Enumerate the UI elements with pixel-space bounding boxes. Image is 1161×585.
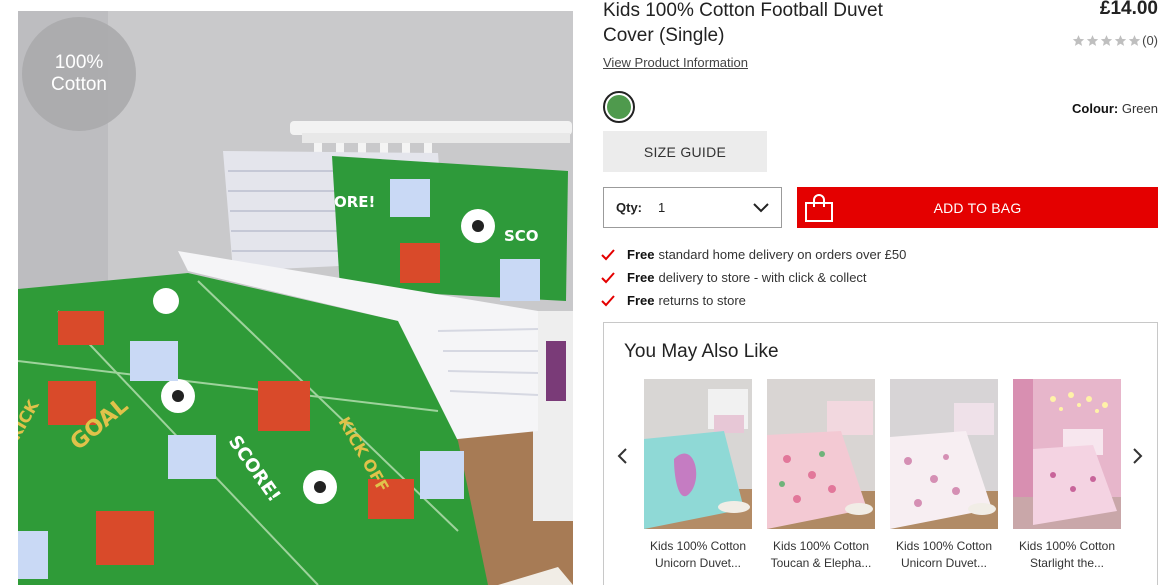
quantity-select[interactable]: Qty: 1 [603, 187, 782, 228]
recommendation-item[interactable]: Kids 100% Cotton Unicorn Duvet... [644, 379, 752, 572]
colour-value: Green [1121, 101, 1158, 116]
colour-label-key: Colour: [1072, 101, 1119, 116]
add-to-bag-button[interactable]: ADD TO BAG [797, 187, 1158, 228]
product-image[interactable]: ORE! SCO GOAL SCORE! KICK OFF KICK 100% [18, 11, 573, 585]
delivery-text: returns to store [658, 293, 746, 308]
recommendation-line-2: Unicorn Duvet... [900, 556, 988, 570]
recommendation-thumbnail [1013, 379, 1121, 529]
delivery-item: Free returns to store [601, 289, 906, 312]
size-guide-button[interactable]: SIZE GUIDE [603, 131, 767, 172]
recommendation-thumbnail [890, 379, 998, 529]
star-icon [1100, 34, 1113, 47]
check-icon [601, 294, 615, 306]
delivery-bold: Free [627, 293, 655, 308]
badge-line-2: Cotton [51, 74, 107, 95]
rating-count: (0) [1142, 33, 1158, 48]
star-icon [1086, 34, 1099, 47]
recommendation-line-2: Unicorn Duvet... [654, 556, 742, 570]
recommendation-line-1: Kids 100% Cotton [649, 539, 747, 553]
product-title: Kids 100% Cotton Football Duvet Cover (S… [603, 0, 883, 46]
recommendation-line-2: Toucan & Elepha... [770, 556, 872, 570]
recommendation-line-2: Starlight the... [1029, 556, 1105, 570]
recommendation-item[interactable]: Kids 100% Cotton Toucan & Elepha... [767, 379, 875, 572]
recommendation-item[interactable]: Kids 100% Cotton Unicorn Duvet... [890, 379, 998, 572]
chevron-right-icon[interactable] [1130, 447, 1144, 465]
recommendation-item[interactable]: Kids 100% Cotton Starlight the... [1013, 379, 1121, 572]
colour-label: Colour: Green [1072, 101, 1158, 116]
delivery-bold: Free [627, 270, 655, 285]
delivery-list: Free standard home delivery on orders ov… [601, 243, 906, 312]
quantity-label: Qty: [616, 200, 642, 215]
recommendation-thumbnail [767, 379, 875, 529]
swatch-fill [607, 95, 631, 119]
star-icon [1128, 34, 1141, 47]
product-price: £14.00 [1099, 0, 1158, 19]
delivery-item: Free delivery to store - with click & co… [601, 266, 906, 289]
recommendation-line-1: Kids 100% Cotton [895, 539, 993, 553]
cotton-badge: 100% Cotton [22, 17, 136, 131]
check-icon [601, 271, 615, 283]
recommendations-panel: You May Also Like Kids 100% Cotton Unico… [603, 322, 1158, 585]
star-icon [1114, 34, 1127, 47]
recommendation-thumbnail [644, 379, 752, 529]
view-product-information-link[interactable]: View Product Information [603, 55, 748, 70]
svg-text:SCO: SCO [504, 227, 539, 245]
quantity-value: 1 [658, 200, 666, 215]
delivery-item: Free standard home delivery on orders ov… [601, 243, 906, 266]
badge-line-1: 100% [54, 52, 104, 73]
delivery-text: standard home delivery on orders over £5… [658, 247, 907, 262]
delivery-bold: Free [627, 247, 655, 262]
add-to-bag-label: ADD TO BAG [933, 200, 1022, 216]
recommendation-line-1: Kids 100% Cotton [772, 539, 870, 553]
delivery-text: delivery to store - with click & collect [658, 270, 867, 285]
chevron-left-icon[interactable] [616, 447, 630, 465]
star-icon [1072, 34, 1085, 47]
recommendations-title: You May Also Like [624, 341, 779, 362]
colour-swatch-green[interactable] [603, 91, 635, 123]
svg-text:ORE!: ORE! [334, 193, 375, 211]
check-icon [601, 248, 615, 260]
recommendation-line-1: Kids 100% Cotton [1018, 539, 1116, 553]
chevron-down-icon [753, 202, 769, 212]
rating[interactable]: (0) [1072, 33, 1158, 48]
